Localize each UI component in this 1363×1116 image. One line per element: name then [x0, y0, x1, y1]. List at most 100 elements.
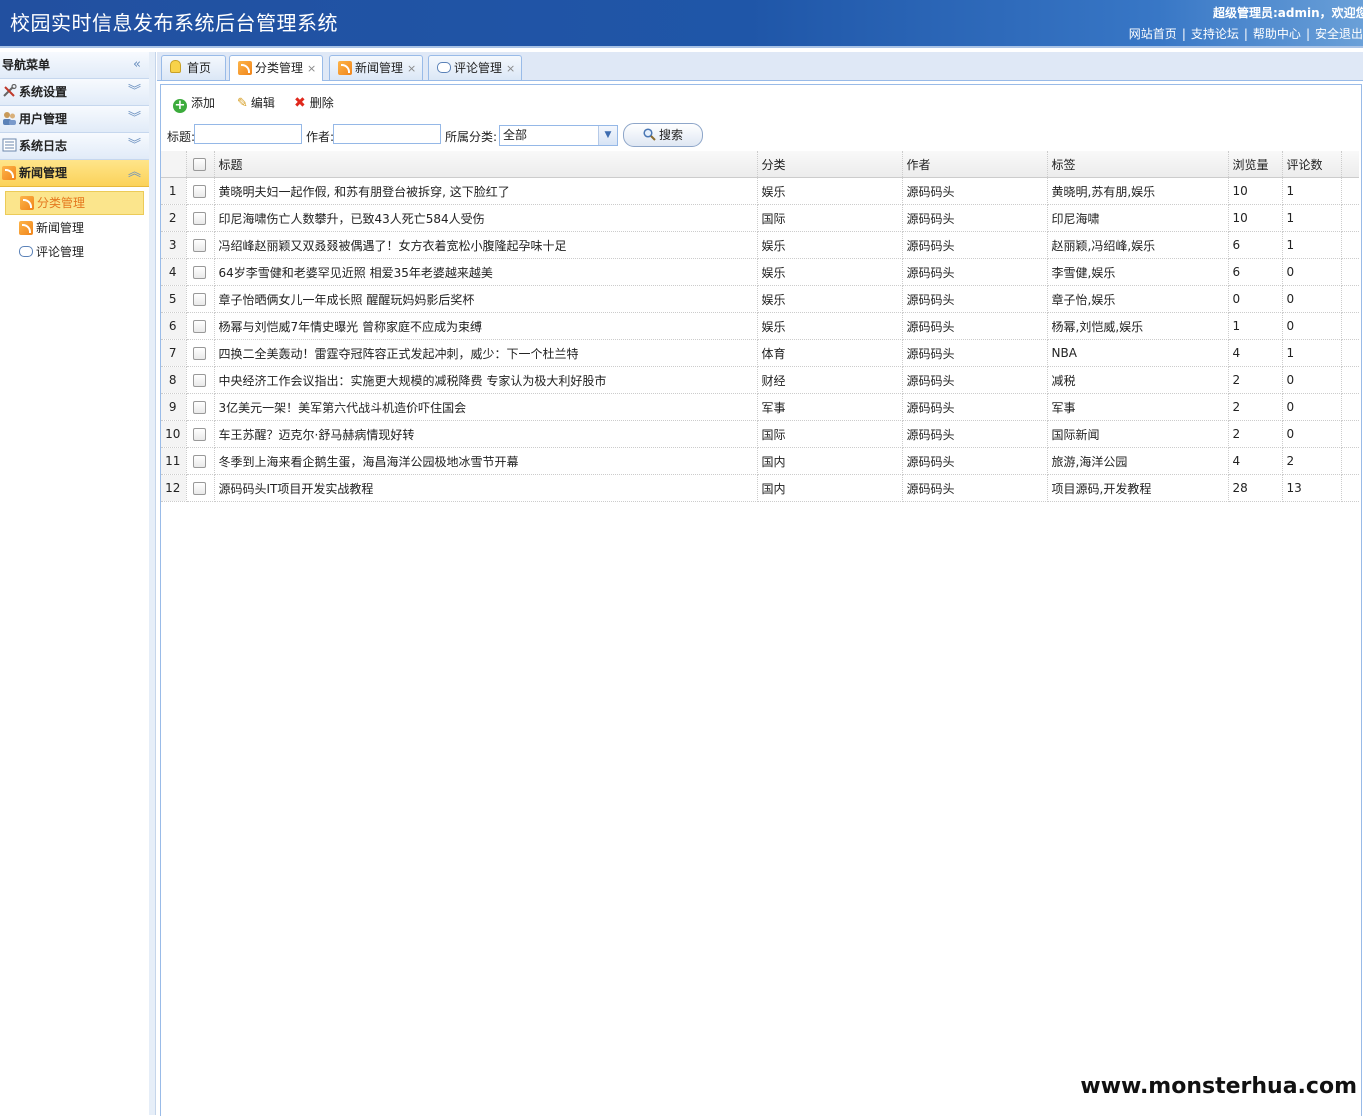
- chevron-up-icon: ︽: [127, 165, 141, 180]
- category-select[interactable]: 全部 ▼: [499, 125, 618, 146]
- checkbox-icon: [193, 428, 206, 441]
- cell-tags: 军事: [1047, 393, 1229, 421]
- rss-icon: [238, 61, 252, 75]
- tab-label: 新闻管理: [355, 61, 404, 75]
- row-filler: [1341, 231, 1359, 259]
- submenu-item-news-management[interactable]: 新闻管理: [5, 217, 144, 239]
- row-checkbox[interactable]: [186, 474, 215, 502]
- watermark-text: www.monsterhua.com: [1076, 1072, 1361, 1101]
- table-row[interactable]: 3 冯绍峰赵丽颖又双叒叕被偶遇了！女方衣着宽松小腹隆起孕味十足 娱乐 源码码头 赵丽颖,…: [161, 231, 1359, 259]
- row-checkbox[interactable]: [186, 258, 215, 286]
- cell-comments: 2: [1282, 447, 1342, 475]
- row-filler: [1341, 177, 1359, 205]
- link-site-home[interactable]: 网站首页: [1129, 27, 1177, 41]
- tab-home[interactable]: 首页: [161, 55, 227, 80]
- checkbox-icon: [193, 320, 206, 333]
- tab-category-management[interactable]: 分类管理 ×: [229, 55, 324, 81]
- column-header-category[interactable]: 分类: [757, 151, 903, 178]
- close-icon[interactable]: ×: [307, 62, 316, 75]
- close-icon[interactable]: ×: [506, 62, 515, 75]
- cell-comments: 0: [1282, 393, 1342, 421]
- delete-icon: ✖: [294, 95, 306, 111]
- cell-author: 源码码头: [902, 447, 1048, 475]
- close-icon[interactable]: ×: [407, 62, 416, 75]
- link-help-center[interactable]: 帮助中心: [1253, 27, 1301, 41]
- column-header-comments[interactable]: 评论数: [1282, 151, 1342, 178]
- cell-views: 2: [1228, 366, 1283, 394]
- column-header-views[interactable]: 浏览量: [1228, 151, 1283, 178]
- table-row[interactable]: 5 章子怡晒俩女儿一年成长照 醒醒玩妈妈影后奖杯 娱乐 源码码头 章子怡,娱乐 0 0: [161, 285, 1359, 313]
- sidebar-item-system-log[interactable]: 系统日志 ︾: [0, 133, 149, 160]
- row-checkbox[interactable]: [186, 339, 215, 367]
- sidebar-item-user-management[interactable]: 用户管理 ︾: [0, 106, 149, 133]
- row-checkbox[interactable]: [186, 366, 215, 394]
- cell-title: 印尼海啸伤亡人数攀升，已致43人死亡584人受伤: [214, 204, 758, 232]
- tab-comment-management[interactable]: 评论管理 ×: [428, 55, 523, 80]
- cell-views: 10: [1228, 204, 1283, 232]
- delete-button[interactable]: ✖ 删除: [294, 94, 334, 111]
- row-checkbox[interactable]: [186, 231, 215, 259]
- tab-label: 首页: [187, 61, 212, 75]
- category-select-value: 全部: [503, 128, 528, 142]
- row-filler: [1341, 312, 1359, 340]
- cell-tags: 旅游,海洋公园: [1047, 447, 1229, 475]
- submenu-item-label: 新闻管理: [36, 221, 85, 235]
- table-row[interactable]: 11 冬季到上海来看企鹅生蛋，海昌海洋公园极地冰雪节开幕 国内 源码码头 旅游,海洋公园…: [161, 447, 1359, 475]
- news-grid: 标题 分类 作者 标签 浏览量 评论数 1 黄晓明夫妇一起作假, 和苏有朋登台被拆…: [161, 151, 1359, 502]
- cell-tags: 国际新闻: [1047, 420, 1229, 448]
- row-filler: [1341, 339, 1359, 367]
- select-all-checkbox[interactable]: [186, 151, 215, 178]
- table-row[interactable]: 7 四换二全美轰动！雷霆夺冠阵容正式发起冲刺，威少：下一个杜兰特 体育 源码码头 NBA…: [161, 339, 1359, 367]
- row-checkbox[interactable]: [186, 420, 215, 448]
- column-header-author[interactable]: 作者: [902, 151, 1048, 178]
- news-table: 标题 分类 作者 标签 浏览量 评论数 1 黄晓明夫妇一起作假, 和苏有朋登台被拆…: [161, 151, 1359, 502]
- cell-title: 车王苏醒？迈克尔·舒马赫病情现好转: [214, 420, 758, 448]
- table-row[interactable]: 1 黄晓明夫妇一起作假, 和苏有朋登台被拆穿, 这下脸红了 娱乐 源码码头 黄晓明,苏有…: [161, 177, 1359, 205]
- cell-views: 4: [1228, 339, 1283, 367]
- submenu-item-comment-management[interactable]: 评论管理: [5, 241, 144, 263]
- row-checkbox[interactable]: [186, 204, 215, 232]
- log-icon: [2, 138, 17, 152]
- chevron-down-icon: ︾: [127, 111, 141, 126]
- add-button[interactable]: + 添加: [173, 94, 215, 113]
- column-header-title[interactable]: 标题: [214, 151, 758, 178]
- collapse-sidebar-icon[interactable]: «: [133, 52, 141, 78]
- sidebar-item-system-settings[interactable]: 系统设置 ︾: [0, 79, 149, 106]
- column-header-tags[interactable]: 标签: [1047, 151, 1229, 178]
- table-row[interactable]: 6 杨幂与刘恺威7年情史曝光 曾称家庭不应成为束缚 娱乐 源码码头 杨幂,刘恺威,娱乐 1…: [161, 312, 1359, 340]
- title-filter-input[interactable]: [194, 124, 302, 144]
- table-row[interactable]: 2 印尼海啸伤亡人数攀升，已致43人死亡584人受伤 国际 源码码头 印尼海啸 10 1: [161, 204, 1359, 232]
- table-row[interactable]: 4 64岁李雪健和老婆罕见近照 相爱35年老婆越来越美 娱乐 源码码头 李雪健,娱乐 6 0: [161, 258, 1359, 286]
- row-number: 3: [161, 231, 187, 259]
- tab-label: 分类管理: [255, 61, 304, 75]
- cell-views: 10: [1228, 177, 1283, 205]
- tab-news-management[interactable]: 新闻管理 ×: [329, 55, 424, 80]
- cell-title: 冬季到上海来看企鹅生蛋，海昌海洋公园极地冰雪节开幕: [214, 447, 758, 475]
- row-checkbox[interactable]: [186, 285, 215, 313]
- link-support-forum[interactable]: 支持论坛: [1191, 27, 1239, 41]
- table-row[interactable]: 10 车王苏醒？迈克尔·舒马赫病情现好转 国际 源码码头 国际新闻 2 0: [161, 420, 1359, 448]
- cell-category: 军事: [757, 393, 903, 421]
- table-row[interactable]: 9 3亿美元一架！美军第六代战斗机造价吓住国会 军事 源码码头 军事 2 0: [161, 393, 1359, 421]
- link-logout[interactable]: 安全退出: [1315, 27, 1363, 41]
- row-checkbox[interactable]: [186, 393, 215, 421]
- row-checkbox[interactable]: [186, 312, 215, 340]
- cell-comments: 1: [1282, 339, 1342, 367]
- table-row[interactable]: 8 中央经济工作会议指出：实施更大规模的减税降费 专家认为极大利好股市 财经 源码码头…: [161, 366, 1359, 394]
- table-row[interactable]: 12 源码码头IT项目开发实战教程 国内 源码码头 项目源码,开发教程 28 13: [161, 474, 1359, 502]
- sidebar-splitter[interactable]: [149, 52, 156, 1115]
- search-button[interactable]: 搜索: [623, 123, 703, 147]
- submenu-item-category-management[interactable]: 分类管理: [5, 191, 144, 215]
- row-checkbox[interactable]: [186, 177, 215, 205]
- row-checkbox[interactable]: [186, 447, 215, 475]
- sidebar-item-news-management[interactable]: 新闻管理 ︽: [0, 160, 149, 187]
- edit-button[interactable]: ✎ 编辑: [237, 94, 275, 111]
- chevron-down-icon[interactable]: ▼: [598, 126, 617, 145]
- cell-title: 四换二全美轰动！雷霆夺冠阵容正式发起冲刺，威少：下一个杜兰特: [214, 339, 758, 367]
- pencil-icon: ✎: [237, 96, 248, 111]
- row-number: 11: [161, 447, 187, 475]
- chevron-down-icon: ︾: [127, 138, 141, 153]
- rss-icon: [20, 196, 34, 210]
- author-filter-input[interactable]: [333, 124, 441, 144]
- row-number: 12: [161, 474, 187, 502]
